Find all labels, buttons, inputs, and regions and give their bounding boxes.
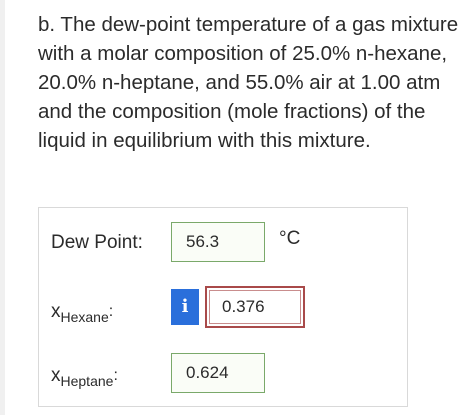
x-heptane-input[interactable]: 0.624 <box>171 353 265 393</box>
left-edge-divider <box>0 0 5 415</box>
x-hexane-subscript: Hexane <box>60 309 109 325</box>
question-text: b. The dew-point temperature of a gas mi… <box>38 13 459 152</box>
dew-point-unit: °C <box>279 228 301 249</box>
info-icon[interactable]: i <box>171 289 199 325</box>
dew-point-label: Dew Point: <box>51 232 143 253</box>
x-hexane-input[interactable]: 0.376 <box>205 286 305 328</box>
dew-point-input[interactable]: 56.3 <box>171 222 265 262</box>
answer-panel: Dew Point: 56.3 °C xHexane: i 0.376 xHep… <box>38 207 408 407</box>
x-hexane-symbol: x <box>51 301 61 322</box>
x-heptane-subscript: Heptane <box>60 373 114 389</box>
page: b. The dew-point temperature of a gas mi… <box>0 0 474 415</box>
x-heptane-label: xHeptane: <box>51 365 118 389</box>
x-heptane-colon: : <box>113 367 118 384</box>
x-hexane-colon: : <box>108 303 114 320</box>
x-hexane-value: 0.376 <box>209 290 301 324</box>
x-hexane-label: xHexane: <box>51 301 114 325</box>
x-heptane-symbol: x <box>51 365 61 386</box>
